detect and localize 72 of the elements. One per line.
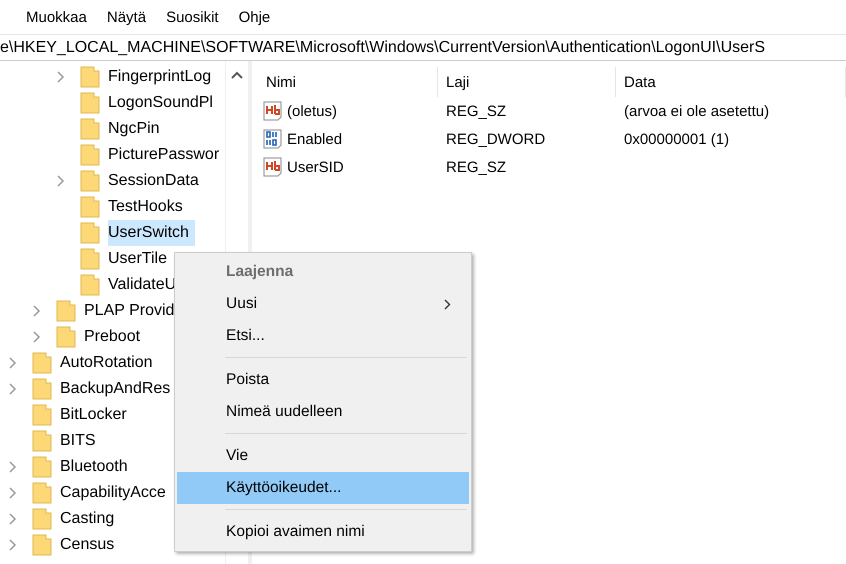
- folder-icon: [80, 92, 100, 114]
- folder-icon: [32, 508, 52, 530]
- tree-item[interactable]: FingerprintLog: [108, 64, 218, 90]
- folder-icon: [80, 144, 100, 166]
- folder-icon: [32, 456, 52, 478]
- folder-icon: [80, 196, 100, 218]
- folder-icon: [32, 430, 52, 452]
- table-cell-text: 0x00000001 (1): [623, 130, 730, 148]
- column-header[interactable]: Data: [616, 67, 846, 97]
- chevron-right-icon[interactable]: [32, 305, 42, 317]
- tree-item[interactable]: Bluetooth: [60, 454, 134, 480]
- chevron-right-icon[interactable]: [32, 331, 42, 343]
- context-menu-item[interactable]: Nimeä uudelleen: [177, 396, 469, 428]
- binary-value-icon: [262, 128, 284, 150]
- table-cell-text: (arvoa ei ole asetettu): [623, 102, 770, 120]
- tree-item[interactable]: UserSwitch: [108, 220, 195, 246]
- column-header[interactable]: Laji: [438, 67, 616, 97]
- folder-icon: [80, 222, 100, 244]
- tree-item[interactable]: Census: [60, 532, 120, 558]
- tree-item[interactable]: UserTile: [108, 246, 173, 272]
- folder-icon: [32, 352, 52, 374]
- context-menu-item[interactable]: Käyttöoikeudet...: [177, 472, 469, 504]
- chevron-right-icon[interactable]: [56, 71, 66, 83]
- folder-icon: [32, 378, 52, 400]
- chevron-right-icon[interactable]: [8, 383, 18, 395]
- tree-item[interactable]: LogonSoundPl: [108, 90, 219, 116]
- context-menu-item[interactable]: Kopioi avaimen nimi: [177, 516, 469, 548]
- value-name[interactable]: Enabled: [287, 130, 342, 148]
- tree-item[interactable]: Preboot: [84, 324, 146, 350]
- menu-item[interactable]: Näytä: [96, 8, 156, 26]
- folder-icon: [80, 118, 100, 140]
- tree-item[interactable]: NgcPin: [108, 116, 166, 142]
- table-cell-text: REG_DWORD: [445, 130, 546, 148]
- context-menu-item[interactable]: Uusi: [177, 288, 469, 320]
- folder-icon: [56, 300, 76, 322]
- chevron-right-icon[interactable]: [8, 357, 18, 369]
- folder-icon: [80, 170, 100, 192]
- chevron-right-icon[interactable]: [8, 513, 18, 525]
- folder-icon: [56, 326, 76, 348]
- folder-icon: [32, 534, 52, 556]
- menu-item[interactable]: Ohje: [228, 8, 280, 26]
- string-value-icon: [262, 156, 284, 178]
- scroll-up-icon[interactable]: [231, 71, 243, 79]
- tree-item[interactable]: BackupAndRes: [60, 376, 176, 402]
- tree-item[interactable]: TestHooks: [108, 194, 189, 220]
- tree-item[interactable]: BITS: [60, 428, 102, 454]
- tree-item[interactable]: AutoRotation: [60, 350, 159, 376]
- column-header[interactable]: Nimi: [258, 67, 438, 97]
- folder-icon: [80, 248, 100, 270]
- tree-item[interactable]: Casting: [60, 506, 120, 532]
- value-name[interactable]: (oletus): [287, 102, 338, 120]
- context-menu-item[interactable]: Vie: [177, 440, 469, 472]
- tree-item[interactable]: SessionData: [108, 168, 205, 194]
- tree-item[interactable]: PicturePasswor: [108, 142, 225, 168]
- menu-item[interactable]: Suosikit: [156, 8, 229, 26]
- string-value-icon: [262, 100, 284, 122]
- chevron-right-icon[interactable]: [8, 461, 18, 473]
- value-name[interactable]: UserSID: [287, 158, 344, 176]
- table-cell-text: REG_SZ: [445, 158, 508, 176]
- menu-item[interactable]: Muokkaa: [16, 8, 97, 26]
- table-cell-text: REG_SZ: [445, 102, 508, 120]
- folder-icon: [80, 274, 100, 296]
- folder-icon: [32, 404, 52, 426]
- tree-item[interactable]: BitLocker: [60, 402, 133, 428]
- tree-item[interactable]: CapabilityAcce: [60, 480, 172, 506]
- chevron-right-icon[interactable]: [8, 539, 18, 551]
- context-menu-item[interactable]: Etsi...: [177, 320, 469, 352]
- chevron-right-icon[interactable]: [56, 175, 66, 187]
- folder-icon: [80, 66, 100, 88]
- folder-icon: [32, 482, 52, 504]
- context-menu-item[interactable]: Poista: [177, 364, 469, 396]
- chevron-right-icon[interactable]: [8, 487, 18, 499]
